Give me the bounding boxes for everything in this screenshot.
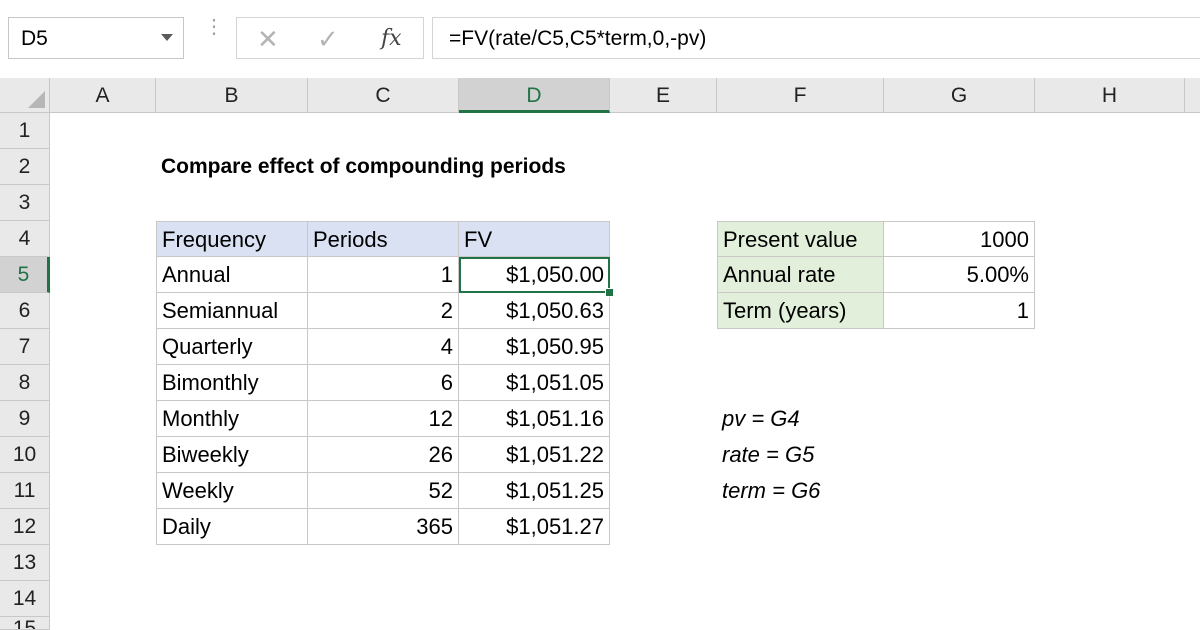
formula-text[interactable]: =FV(rate/C5,C5*term,0,-pv) xyxy=(449,27,706,51)
input-label-annual-rate[interactable]: Annual rate xyxy=(717,257,884,293)
fill-handle[interactable] xyxy=(605,288,614,297)
row-header-13[interactable]: 13 xyxy=(0,545,50,581)
table-cell-fv[interactable]: $1,051.27 xyxy=(459,509,610,545)
row-header-10[interactable]: 10 xyxy=(0,437,50,473)
table-cell-frequency[interactable]: Annual xyxy=(156,257,308,293)
table-cell-fv[interactable]: $1,050.95 xyxy=(459,329,610,365)
table-cell-fv-selected[interactable]: $1,050.00 xyxy=(459,257,610,293)
column-header-c[interactable]: C xyxy=(308,78,459,113)
row-header-5[interactable]: 5 xyxy=(0,257,50,293)
sheet-title[interactable]: Compare effect of compounding periods xyxy=(156,149,571,185)
chevron-down-icon[interactable] xyxy=(161,34,173,41)
column-header-i[interactable] xyxy=(1185,78,1200,113)
table-cell-periods[interactable]: 52 xyxy=(308,473,459,509)
input-label-term[interactable]: Term (years) xyxy=(717,293,884,329)
note-term[interactable]: term = G6 xyxy=(717,473,825,509)
enter-check-icon[interactable]: ✓ xyxy=(317,24,339,55)
input-value-term[interactable]: 1 xyxy=(884,293,1035,329)
row-header-8[interactable]: 8 xyxy=(0,365,50,401)
name-box[interactable]: D5 xyxy=(8,17,184,59)
table-cell-fv[interactable]: $1,051.22 xyxy=(459,437,610,473)
row-header-7[interactable]: 7 xyxy=(0,329,50,365)
row-header-11[interactable]: 11 xyxy=(0,473,50,509)
table-header-frequency[interactable]: Frequency xyxy=(156,221,308,257)
select-all-triangle-icon xyxy=(28,91,45,108)
column-header-e[interactable]: E xyxy=(610,78,717,113)
table-cell-frequency[interactable]: Weekly xyxy=(156,473,308,509)
more-vertical-icon: ⋮ xyxy=(204,16,224,38)
table-cell-frequency[interactable]: Semiannual xyxy=(156,293,308,329)
table-cell-frequency[interactable]: Quarterly xyxy=(156,329,308,365)
table-cell-periods[interactable]: 1 xyxy=(308,257,459,293)
input-value-annual-rate[interactable]: 5.00% xyxy=(884,257,1035,293)
name-box-value[interactable]: D5 xyxy=(21,27,48,51)
table-cell-periods[interactable]: 4 xyxy=(308,329,459,365)
formula-input[interactable]: =FV(rate/C5,C5*term,0,-pv) xyxy=(432,17,1200,59)
input-label-present-value[interactable]: Present value xyxy=(717,221,884,257)
table-cell-frequency[interactable]: Monthly xyxy=(156,401,308,437)
column-header-f[interactable]: F xyxy=(717,78,884,113)
column-header-g[interactable]: G xyxy=(884,78,1035,113)
table-header-periods[interactable]: Periods xyxy=(308,221,459,257)
table-cell-fv[interactable]: $1,051.05 xyxy=(459,365,610,401)
table-cell-fv[interactable]: $1,051.25 xyxy=(459,473,610,509)
table-cell-periods[interactable]: 12 xyxy=(308,401,459,437)
column-header-d[interactable]: D xyxy=(459,78,610,113)
note-rate[interactable]: rate = G5 xyxy=(717,437,819,473)
row-header-3[interactable]: 3 xyxy=(0,185,50,221)
table-cell-periods[interactable]: 2 xyxy=(308,293,459,329)
table-cell-periods[interactable]: 26 xyxy=(308,437,459,473)
formula-buttons: ✕ ✓ fx xyxy=(236,17,424,59)
cancel-icon[interactable]: ✕ xyxy=(257,24,279,55)
column-header-b[interactable]: B xyxy=(156,78,308,113)
row-header-6[interactable]: 6 xyxy=(0,293,50,329)
table-cell-fv[interactable]: $1,050.63 xyxy=(459,293,610,329)
table-cell-frequency[interactable]: Daily xyxy=(156,509,308,545)
table-cell-frequency[interactable]: Bimonthly xyxy=(156,365,308,401)
table-cell-frequency[interactable]: Biweekly xyxy=(156,437,308,473)
row-header-14[interactable]: 14 xyxy=(0,581,50,617)
worksheet-grid: A B C D E F G H 1 2 3 4 5 6 7 8 9 10 11 … xyxy=(0,78,1200,630)
note-pv[interactable]: pv = G4 xyxy=(717,401,805,437)
insert-function-icon[interactable]: fx xyxy=(381,26,402,51)
select-all-button[interactable] xyxy=(0,78,50,113)
table-cell-periods[interactable]: 6 xyxy=(308,365,459,401)
column-header-h[interactable]: H xyxy=(1035,78,1185,113)
table-cell-periods[interactable]: 365 xyxy=(308,509,459,545)
formula-bar: D5 ⋮ ✕ ✓ fx =FV(rate/C5,C5*term,0,-pv) xyxy=(0,0,1200,78)
row-header-15[interactable]: 15 xyxy=(0,617,50,630)
input-value-present-value[interactable]: 1000 xyxy=(884,221,1035,257)
row-header-12[interactable]: 12 xyxy=(0,509,50,545)
row-header-2[interactable]: 2 xyxy=(0,149,50,185)
table-cell-fv[interactable]: $1,051.16 xyxy=(459,401,610,437)
row-header-9[interactable]: 9 xyxy=(0,401,50,437)
column-header-a[interactable]: A xyxy=(50,78,156,113)
row-header-4[interactable]: 4 xyxy=(0,221,50,257)
table-header-fv[interactable]: FV xyxy=(459,221,610,257)
row-header-1[interactable]: 1 xyxy=(0,113,50,149)
